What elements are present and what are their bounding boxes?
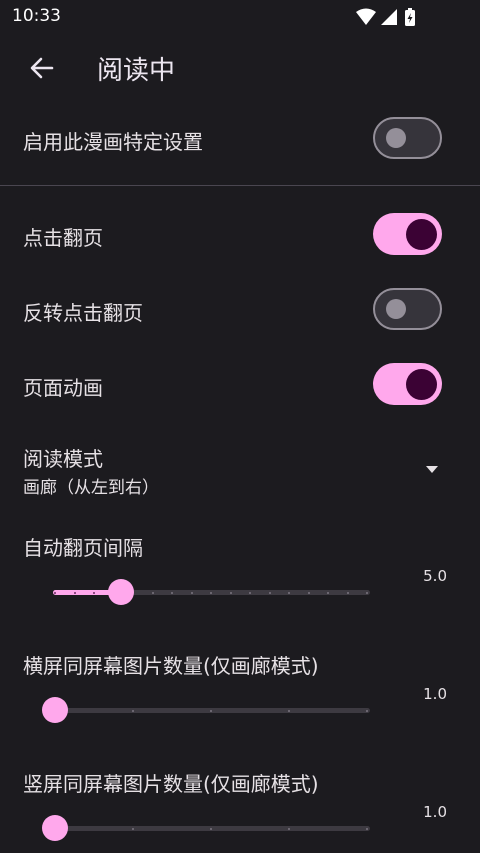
invert-tap-label: 反转点击翻页 [23, 301, 143, 325]
signal-icon [381, 9, 397, 25]
slider-tick [288, 709, 290, 712]
slider-tick [210, 709, 212, 712]
landscape-images-value: 1.0 [423, 685, 447, 703]
landscape-images-label: 横屏同屏幕图片数量(仅画廊模式) [23, 654, 319, 678]
slider-tick [366, 827, 368, 830]
battery-charging-icon [405, 8, 415, 26]
slider-tick [93, 591, 95, 594]
slider-tick [210, 827, 212, 830]
manga-specific-label: 启用此漫画特定设置 [23, 130, 203, 154]
slider-tick [171, 591, 173, 594]
invert-tap-switch[interactable] [373, 288, 442, 330]
portrait-images-value: 1.0 [423, 803, 447, 821]
status-icons [354, 6, 444, 26]
slider-thumb[interactable] [42, 697, 68, 723]
slider-tick [307, 591, 310, 594]
page-animation-switch[interactable] [373, 363, 442, 405]
app-bar: 阅读中 [0, 32, 480, 102]
slider-tick [210, 591, 212, 594]
slider-thumb[interactable] [108, 579, 134, 605]
slider-tick [132, 709, 134, 712]
reading-mode-label: 阅读模式 [23, 447, 103, 471]
dropdown-arrow-icon [426, 466, 438, 473]
slider-tick [54, 591, 56, 594]
switch-thumb [406, 368, 437, 400]
status-time: 10:33 [12, 6, 61, 26]
slider-tick [288, 591, 290, 594]
slider-tick [73, 591, 76, 594]
divider [0, 185, 480, 186]
portrait-images-label: 竖屏同屏幕图片数量(仅画廊模式) [23, 772, 319, 796]
status-bar: 10:33 [0, 0, 480, 32]
slider-tick [190, 591, 193, 594]
reading-mode-value: 画廊（从左到右） [23, 478, 159, 498]
wifi-icon [356, 8, 376, 25]
slider-tick [249, 591, 251, 594]
switch-thumb [386, 299, 406, 319]
slider-tick [346, 591, 349, 594]
slider-tick [327, 591, 329, 594]
slider-tick [268, 591, 271, 594]
slider-tick [132, 827, 134, 830]
arrow-back-icon [30, 57, 54, 79]
tap-to-turn-label: 点击翻页 [23, 226, 103, 250]
slider-tick [366, 709, 368, 712]
slider-thumb[interactable] [42, 815, 68, 841]
manga-specific-switch[interactable] [373, 117, 442, 159]
switch-thumb [386, 128, 406, 148]
page-title: 阅读中 [97, 56, 176, 86]
slider-tick [229, 591, 232, 594]
auto-turn-interval-label: 自动翻页间隔 [23, 536, 143, 560]
switch-thumb [406, 218, 437, 250]
slider-tick [288, 827, 290, 830]
slider-tick [151, 591, 154, 594]
tap-to-turn-switch[interactable] [373, 213, 442, 255]
back-button[interactable] [26, 52, 58, 84]
slider-tick [366, 591, 368, 594]
auto-turn-interval-value: 5.0 [423, 567, 447, 585]
page-animation-label: 页面动画 [23, 376, 103, 400]
